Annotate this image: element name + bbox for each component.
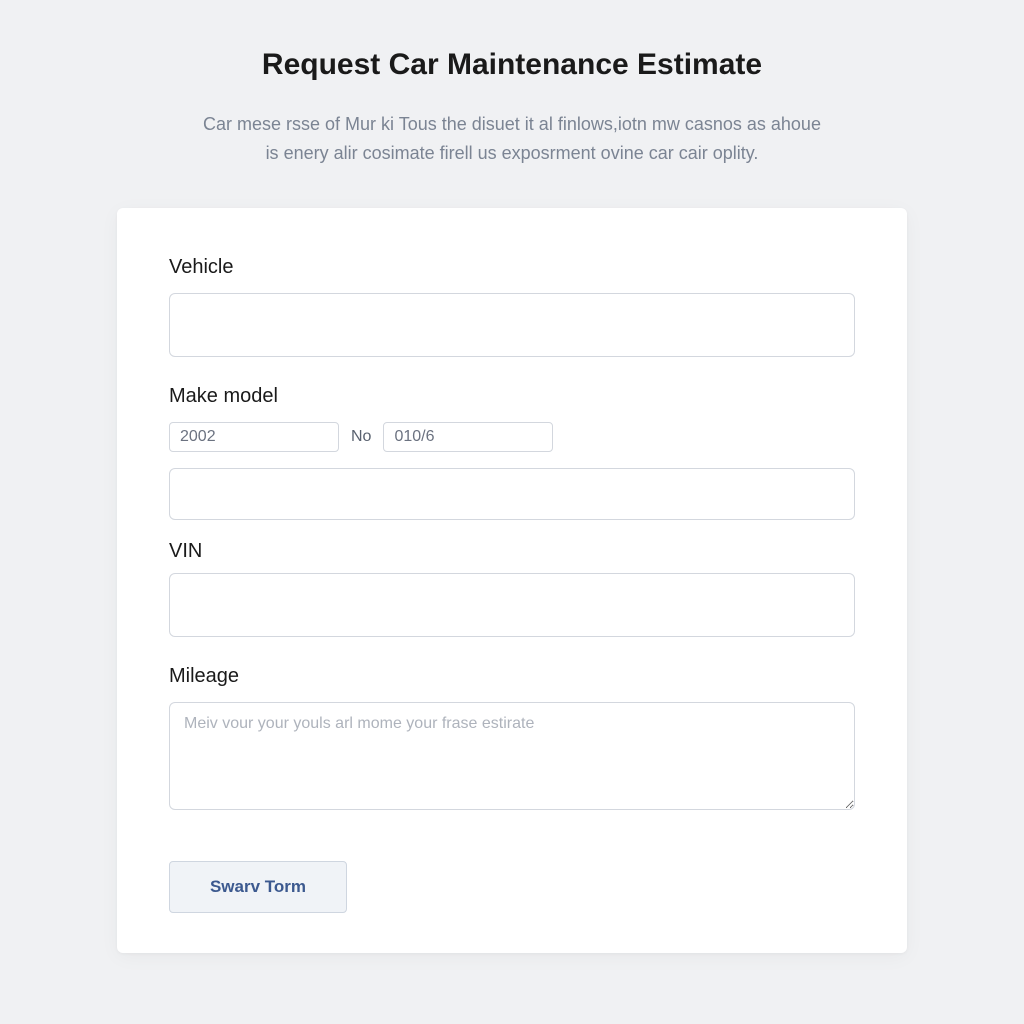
mileage-label: Mileage [169,665,855,688]
page-subtitle: Car mese rsse of Mur ki Tous the disuet … [202,110,822,168]
make-model-group: Make model No [169,385,855,520]
submit-button[interactable]: Swarv Torm [169,861,347,913]
page-title: Request Car Maintenance Estimate [262,48,762,82]
vin-input[interactable] [169,573,855,637]
form-card: Vehicle Make model No VIN Mileage Swarv … [117,208,907,953]
year-input[interactable] [169,422,339,452]
vehicle-input[interactable] [169,293,855,357]
mileage-textarea[interactable] [169,702,855,810]
vin-label: VIN [169,540,855,563]
vin-group: VIN [169,540,855,637]
vehicle-label: Vehicle [169,256,855,279]
make-model-full-input[interactable] [169,468,855,520]
make-model-label: Make model [169,385,855,408]
code-input[interactable] [383,422,553,452]
make-model-separator: No [351,428,371,446]
mileage-group: Mileage [169,665,855,815]
make-model-inline-row: No [169,422,855,452]
vehicle-group: Vehicle [169,256,855,357]
